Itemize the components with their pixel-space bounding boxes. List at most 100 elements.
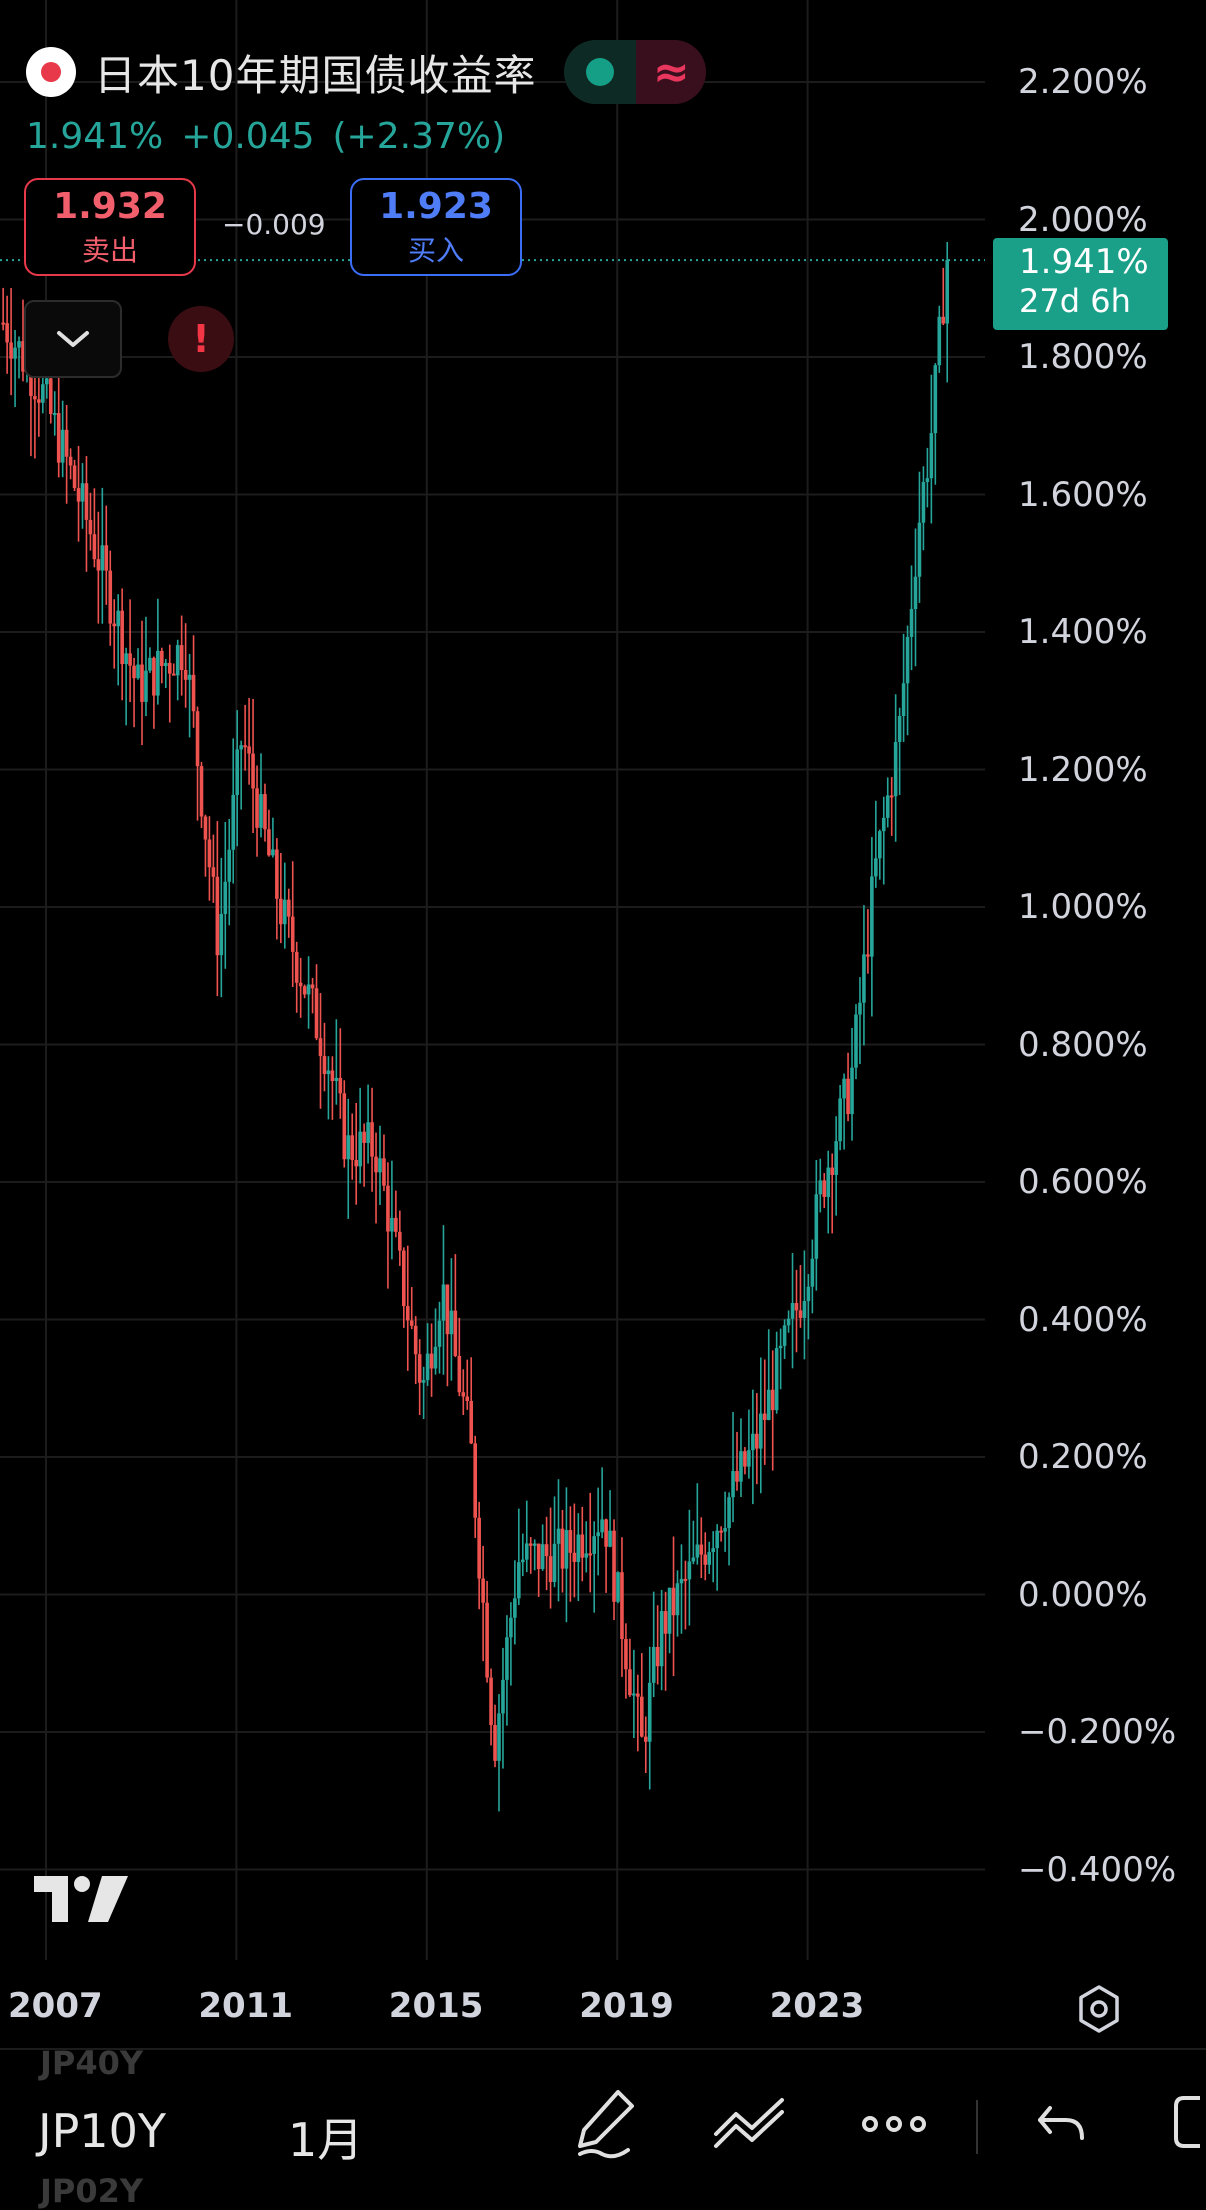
- candle[interactable]: [358, 1087, 362, 1184]
- candle[interactable]: [199, 761, 204, 829]
- candle[interactable]: [735, 1431, 739, 1491]
- candle[interactable]: [901, 633, 906, 742]
- candle[interactable]: [318, 993, 323, 1109]
- interval-selector[interactable]: 1月: [288, 2104, 363, 2170]
- candle[interactable]: [520, 1533, 525, 1577]
- candle[interactable]: [584, 1521, 589, 1573]
- candle[interactable]: [600, 1467, 604, 1539]
- candle[interactable]: [854, 1004, 858, 1080]
- candle[interactable]: [509, 1602, 513, 1686]
- candle[interactable]: [449, 1258, 454, 1381]
- candle[interactable]: [933, 363, 938, 485]
- candle[interactable]: [810, 1239, 815, 1314]
- candle[interactable]: [834, 1116, 838, 1216]
- candle[interactable]: [362, 1123, 366, 1187]
- candle[interactable]: [251, 698, 255, 833]
- candle[interactable]: [354, 1102, 358, 1205]
- candle[interactable]: [409, 1287, 414, 1330]
- candle[interactable]: [802, 1250, 807, 1360]
- candle[interactable]: [128, 599, 132, 703]
- candle[interactable]: [1, 287, 5, 331]
- candle[interactable]: [671, 1536, 676, 1677]
- candle[interactable]: [874, 800, 878, 888]
- candle[interactable]: [727, 1492, 731, 1566]
- candle[interactable]: [160, 647, 164, 684]
- candle[interactable]: [774, 1331, 779, 1414]
- candle[interactable]: [207, 816, 212, 901]
- candle[interactable]: [461, 1369, 466, 1416]
- candle[interactable]: [663, 1591, 668, 1691]
- candle[interactable]: [314, 964, 319, 1041]
- candle[interactable]: [877, 829, 882, 880]
- candle[interactable]: [544, 1516, 549, 1591]
- candle[interactable]: [580, 1506, 585, 1582]
- candle[interactable]: [239, 740, 243, 810]
- candle[interactable]: [52, 391, 57, 436]
- candle[interactable]: [187, 653, 192, 738]
- candle[interactable]: [675, 1570, 680, 1637]
- candle[interactable]: [826, 1150, 831, 1234]
- candle[interactable]: [762, 1359, 767, 1465]
- drawing-tool-button[interactable]: [572, 2086, 642, 2164]
- buy-button[interactable]: 1.923 买入: [350, 178, 522, 276]
- candle[interactable]: [394, 1190, 398, 1238]
- candle[interactable]: [429, 1323, 434, 1397]
- candle[interactable]: [639, 1653, 644, 1738]
- candle[interactable]: [667, 1587, 672, 1654]
- candle[interactable]: [576, 1513, 581, 1601]
- candle[interactable]: [175, 639, 180, 701]
- undo-button[interactable]: [1034, 2086, 1090, 2164]
- candle[interactable]: [632, 1649, 636, 1739]
- candle[interactable]: [156, 598, 160, 705]
- candle[interactable]: [457, 1317, 462, 1397]
- candle[interactable]: [655, 1605, 660, 1685]
- candle[interactable]: [136, 648, 140, 680]
- candle[interactable]: [814, 1160, 819, 1291]
- candle[interactable]: [92, 488, 97, 568]
- candle[interactable]: [247, 698, 251, 785]
- candle[interactable]: [707, 1541, 712, 1574]
- candle[interactable]: [366, 1084, 370, 1164]
- candle[interactable]: [306, 956, 311, 1029]
- candle[interactable]: [259, 753, 263, 838]
- candle[interactable]: [294, 941, 299, 1013]
- candle[interactable]: [326, 1056, 331, 1120]
- candle[interactable]: [846, 1052, 850, 1122]
- candle[interactable]: [215, 821, 220, 997]
- candle[interactable]: [517, 1508, 521, 1605]
- candle[interactable]: [453, 1254, 458, 1358]
- candle[interactable]: [227, 818, 232, 926]
- candle[interactable]: [699, 1517, 704, 1579]
- candle[interactable]: [322, 1022, 327, 1092]
- alert-icon[interactable]: !: [168, 306, 234, 372]
- candle[interactable]: [171, 663, 176, 676]
- candle[interactable]: [513, 1560, 517, 1645]
- candle[interactable]: [64, 404, 69, 504]
- candle[interactable]: [747, 1409, 751, 1479]
- candle[interactable]: [203, 814, 208, 877]
- candle[interactable]: [731, 1412, 735, 1523]
- candle[interactable]: [905, 625, 910, 736]
- candle[interactable]: [909, 565, 914, 671]
- candle[interactable]: [350, 1113, 355, 1180]
- candle[interactable]: [786, 1310, 791, 1333]
- candle[interactable]: [897, 707, 902, 795]
- candle[interactable]: [921, 466, 926, 551]
- candle[interactable]: [9, 288, 13, 396]
- candle[interactable]: [152, 656, 156, 729]
- candle[interactable]: [751, 1389, 755, 1505]
- candle[interactable]: [620, 1537, 624, 1677]
- candle[interactable]: [548, 1507, 553, 1609]
- candle[interactable]: [445, 1284, 450, 1387]
- candle[interactable]: [76, 445, 81, 542]
- candle[interactable]: [628, 1638, 632, 1697]
- candle[interactable]: [572, 1503, 577, 1598]
- candle[interactable]: [743, 1447, 747, 1475]
- candle[interactable]: [231, 738, 236, 884]
- candle[interactable]: [398, 1210, 402, 1266]
- candle[interactable]: [338, 1028, 343, 1119]
- candle[interactable]: [659, 1589, 664, 1691]
- symbol-header[interactable]: 日本10年期国债收益率 ≈: [26, 40, 707, 104]
- candle[interactable]: [374, 1132, 378, 1224]
- candle[interactable]: [116, 594, 120, 686]
